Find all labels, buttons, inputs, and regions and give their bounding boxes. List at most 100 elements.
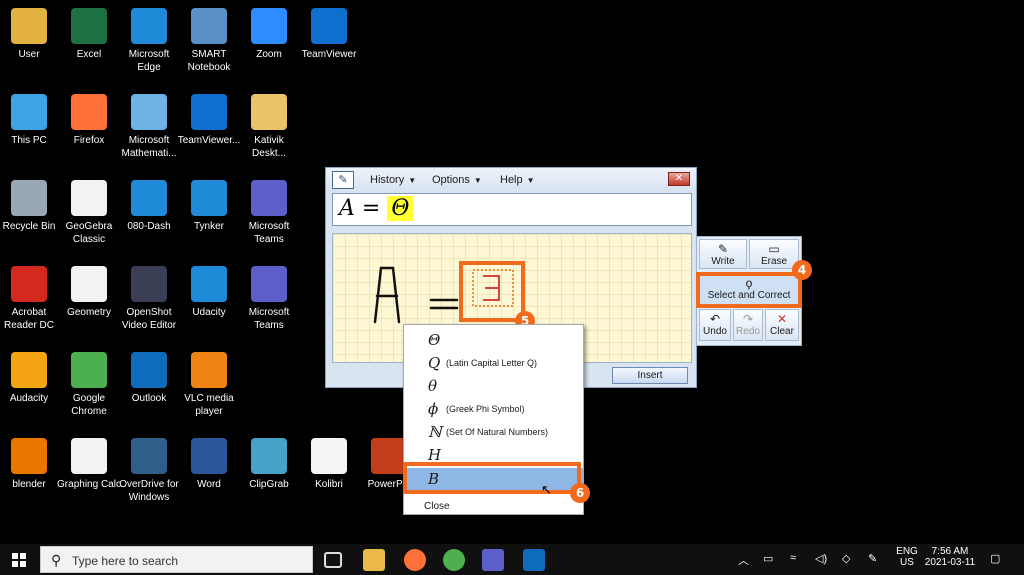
- dropbox-icon[interactable]: ◇: [842, 552, 850, 565]
- desktop-icon-label: Acrobat Reader DC: [3, 307, 55, 331]
- outlook-icon[interactable]: [523, 549, 545, 571]
- context-menu-symbol: θ: [428, 377, 438, 395]
- context-menu-description: (Latin Capital Letter Q): [446, 358, 538, 368]
- desktop-icon-label: SMART Notebook: [187, 49, 231, 73]
- desktop-icon[interactable]: TeamViewer...: [176, 94, 242, 147]
- desktop-icon[interactable]: Microsoft Mathemati...: [116, 94, 182, 160]
- context-menu-item[interactable]: θ: [404, 375, 583, 397]
- desktop-icon[interactable]: Acrobat Reader DC: [0, 266, 62, 332]
- desktop-icon-label: Google Chrome: [71, 393, 107, 417]
- desktop-icon[interactable]: OpenShot Video Editor: [116, 266, 182, 332]
- volume-icon[interactable]: ◁): [815, 552, 827, 565]
- chevron-down-icon: ▼: [473, 176, 482, 185]
- desktop-icon-label: This PC: [11, 135, 47, 146]
- tray-chevron-up-icon[interactable]: ︿: [738, 552, 749, 568]
- notifications-icon[interactable]: ▢: [990, 552, 1000, 565]
- context-menu-item[interactable]: ℕ (Set Of Natural Numbers): [404, 421, 583, 443]
- undo-button[interactable]: ↶ Undo: [699, 309, 731, 341]
- firefox-icon: [71, 94, 107, 130]
- file-explorer-icon[interactable]: [363, 549, 385, 571]
- vlc-icon: [191, 352, 227, 388]
- callout-number-6: 6: [570, 483, 590, 503]
- write-button[interactable]: ✎ Write: [699, 239, 747, 269]
- desktop-icon-label: Word: [197, 479, 221, 490]
- desktop-icon[interactable]: Graphing Calc: [56, 438, 122, 491]
- geometry-icon: [71, 266, 107, 302]
- desktop-icon[interactable]: Audacity: [0, 352, 62, 405]
- desktop-icon[interactable]: Kativik Deskt...: [236, 94, 302, 160]
- openshot-icon: [131, 266, 167, 302]
- task-view-icon[interactable]: [324, 552, 342, 568]
- close-button[interactable]: ✕: [668, 172, 690, 186]
- desktop-icon[interactable]: GeoGebra Classic: [56, 180, 122, 246]
- redo-button[interactable]: ↷ Redo: [733, 309, 763, 341]
- start-button[interactable]: [12, 553, 26, 567]
- clipgrab-icon: [251, 438, 287, 474]
- desktop-icon[interactable]: Tynker: [176, 180, 242, 233]
- search-box[interactable]: ⚲ Type here to search: [40, 546, 313, 573]
- context-menu-description: (Greek Phi Symbol): [446, 404, 525, 414]
- desktop-icon[interactable]: This PC: [0, 94, 62, 147]
- desktop-icon[interactable]: ClipGrab: [236, 438, 302, 491]
- insert-button[interactable]: Insert: [612, 367, 688, 384]
- desktop-icon[interactable]: Word: [176, 438, 242, 491]
- preview-area: A = Θ: [332, 193, 692, 226]
- desktop-icon[interactable]: Excel: [56, 8, 122, 61]
- desktop-icon[interactable]: User: [0, 8, 62, 61]
- desktop-icon[interactable]: 080-Dash: [116, 180, 182, 233]
- chrome-icon[interactable]: [443, 549, 465, 571]
- desktop-icon[interactable]: Microsoft Teams: [236, 180, 302, 246]
- this-pc-icon: [11, 94, 47, 130]
- context-menu-item[interactable]: Q (Latin Capital Letter Q): [404, 352, 583, 374]
- word-icon: [191, 438, 227, 474]
- menu-help[interactable]: Help ▼: [500, 174, 535, 186]
- chevron-down-icon: ▼: [526, 176, 535, 185]
- wifi-icon[interactable]: ≈: [790, 552, 796, 564]
- desktop-icon[interactable]: TeamViewer: [296, 8, 362, 61]
- desktop-icon[interactable]: VLC media player: [176, 352, 242, 418]
- desktop-icon[interactable]: Zoom: [236, 8, 302, 61]
- battery-icon[interactable]: ▭: [763, 552, 773, 565]
- firefox-icon[interactable]: [404, 549, 426, 571]
- clear-icon: ✕: [776, 312, 788, 326]
- desktop-icon-label: Kativik Deskt...: [252, 135, 286, 159]
- desktop-icon[interactable]: Outlook: [116, 352, 182, 405]
- pen-workspace-icon[interactable]: ✎: [868, 552, 877, 565]
- desktop-icon-label: TeamViewer...: [177, 135, 241, 146]
- desktop-icon-label: GeoGebra Classic: [65, 221, 113, 245]
- erase-button[interactable]: ▭ Erase: [749, 239, 799, 269]
- edge-icon: [191, 266, 227, 302]
- math-panel-icon: ✎: [332, 171, 354, 189]
- desktop-icon[interactable]: Firefox: [56, 94, 122, 147]
- erase-label: Erase: [760, 256, 788, 267]
- context-menu-close[interactable]: Close: [424, 501, 450, 512]
- callout-number-4: 4: [792, 260, 812, 280]
- clock[interactable]: 7:56 AM 2021-03-11: [924, 546, 976, 568]
- search-placeholder: Type here to search: [72, 554, 179, 568]
- desktop-icon[interactable]: Microsoft Edge: [116, 8, 182, 74]
- desktop-icon-label: Firefox: [73, 135, 105, 146]
- desktop-icon[interactable]: Udacity: [176, 266, 242, 319]
- desktop-icon[interactable]: OverDrive for Windows: [116, 438, 182, 504]
- menu-history[interactable]: History ▼: [370, 174, 416, 186]
- context-menu-item[interactable]: Θ: [404, 329, 583, 351]
- desktop-icon[interactable]: Kolibri: [296, 438, 362, 491]
- desktop-icon[interactable]: SMART Notebook: [176, 8, 242, 74]
- desktop-icon[interactable]: Google Chrome: [56, 352, 122, 418]
- desktop-icon[interactable]: Geometry: [56, 266, 122, 319]
- context-menu-item[interactable]: ϕ (Greek Phi Symbol): [404, 398, 583, 420]
- desktop-icon-label: VLC media player: [184, 393, 234, 417]
- desktop-icon[interactable]: blender: [0, 438, 62, 491]
- language-indicator[interactable]: ENG US: [896, 546, 918, 568]
- date-label: 2021-03-11: [924, 557, 976, 568]
- clear-button[interactable]: ✕ Clear: [765, 309, 799, 341]
- chrome-icon: [71, 352, 107, 388]
- desktop-icon[interactable]: Microsoft Teams: [236, 266, 302, 332]
- folder-icon: [251, 94, 287, 130]
- desktop-icon-label: 080-Dash: [127, 221, 171, 232]
- menu-options[interactable]: Options ▼: [432, 174, 482, 186]
- teams-icon[interactable]: [482, 549, 504, 571]
- recycle-bin-icon: [11, 180, 47, 216]
- desktop-icon[interactable]: Recycle Bin: [0, 180, 62, 233]
- teams-icon: [251, 180, 287, 216]
